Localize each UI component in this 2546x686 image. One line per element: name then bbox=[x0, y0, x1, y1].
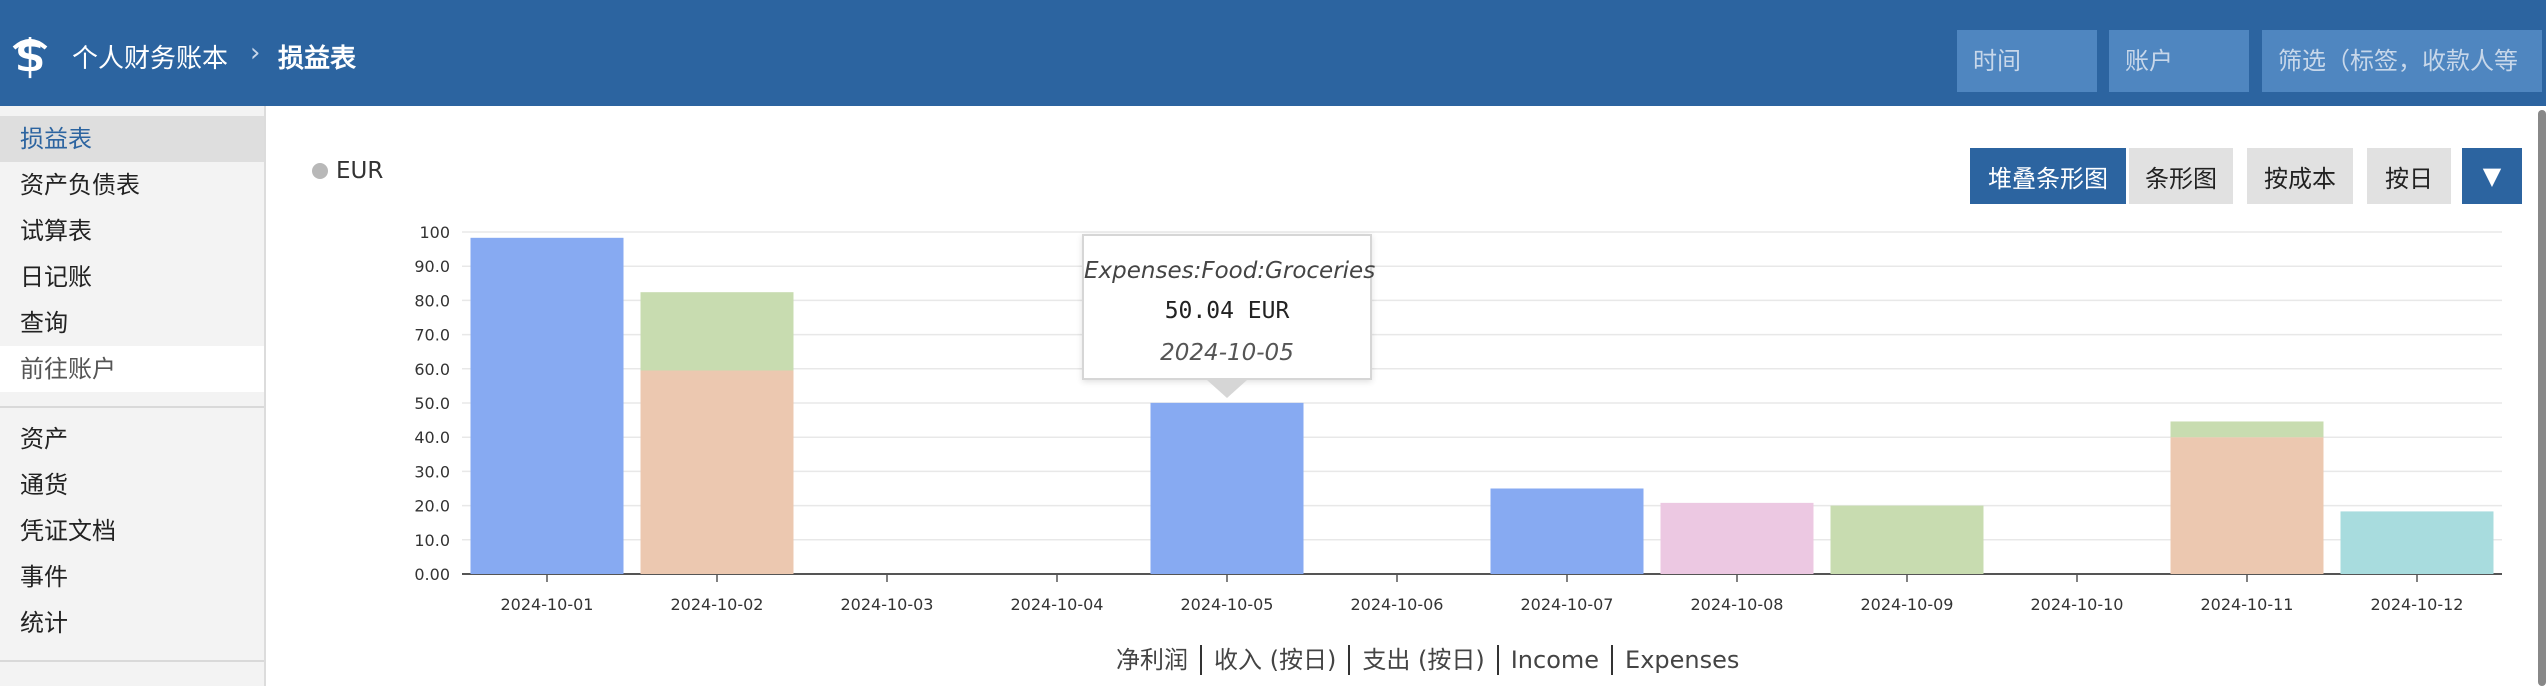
currency-legend[interactable]: EUR bbox=[312, 158, 383, 184]
bar-segment bbox=[1490, 488, 1644, 574]
bar-segment bbox=[1660, 502, 1814, 574]
bar-segment bbox=[2170, 421, 2324, 438]
y-tick-label: 0.00 bbox=[414, 565, 450, 584]
legend-income[interactable]: Income bbox=[1496, 645, 1611, 675]
chart-series-legend: 净利润 收入 (按日) 支出 (按日) Income Expenses bbox=[1100, 640, 1751, 680]
at-cost-button[interactable]: 按成本 bbox=[2247, 148, 2353, 204]
by-day-button[interactable]: 按日 bbox=[2367, 148, 2451, 204]
page-scrollbar[interactable] bbox=[2538, 110, 2546, 686]
x-tick-label: 2024-10-05 bbox=[1181, 595, 1274, 614]
bar-segment bbox=[2340, 511, 2494, 574]
chart-tooltip: Expenses:Food:Groceries 50.04 EUR 2024-1… bbox=[1082, 234, 1376, 380]
stacked-bar-button[interactable]: 堆叠条形图 bbox=[1970, 148, 2126, 204]
legend-expenses[interactable]: Expenses bbox=[1611, 645, 1751, 675]
tooltip-amount: 50.04 EUR bbox=[1164, 298, 1290, 324]
legend-dot-icon bbox=[312, 163, 328, 179]
x-tick-label: 2024-10-03 bbox=[841, 595, 934, 614]
legend-income-daily[interactable]: 收入 (按日) bbox=[1200, 645, 1348, 675]
bar-segment bbox=[640, 292, 794, 371]
x-tick-label: 2024-10-11 bbox=[2201, 595, 2294, 614]
tooltip-arrow bbox=[1207, 380, 1247, 398]
x-tick-label: 2024-10-09 bbox=[1861, 595, 1954, 614]
x-tick-label: 2024-10-06 bbox=[1351, 595, 1444, 614]
x-tick-label: 2024-10-08 bbox=[1691, 595, 1784, 614]
tooltip-date: 2024-10-05 bbox=[1160, 340, 1294, 366]
y-tick-label: 50.0 bbox=[414, 394, 450, 413]
y-tick-label: 80.0 bbox=[414, 291, 450, 310]
legend-expenses-daily[interactable]: 支出 (按日) bbox=[1348, 645, 1496, 675]
y-tick-label: 40.0 bbox=[414, 428, 450, 447]
bar-segment bbox=[640, 370, 794, 574]
y-tick-label: 90.0 bbox=[414, 257, 450, 276]
x-tick-label: 2024-10-01 bbox=[501, 595, 594, 614]
bar-segment bbox=[2170, 437, 2324, 574]
bar-segment bbox=[1150, 402, 1304, 574]
x-tick-label: 2024-10-04 bbox=[1011, 595, 1104, 614]
x-tick-label: 2024-10-02 bbox=[671, 595, 764, 614]
legend-net-profit[interactable]: 净利润 bbox=[1100, 645, 1200, 675]
y-tick-label: 20.0 bbox=[414, 497, 450, 516]
y-tick-label: 10.0 bbox=[414, 531, 450, 550]
y-tick-label: 100 bbox=[419, 223, 450, 242]
x-tick-label: 2024-10-12 bbox=[2371, 595, 2464, 614]
chart-dropdown-button[interactable]: ▼ bbox=[2462, 148, 2522, 204]
y-tick-label: 30.0 bbox=[414, 462, 450, 481]
bar-segment bbox=[470, 237, 624, 574]
y-tick-label: 70.0 bbox=[414, 326, 450, 345]
currency-label: EUR bbox=[336, 158, 384, 184]
y-tick-label: 60.0 bbox=[414, 360, 450, 379]
x-tick-label: 2024-10-07 bbox=[1521, 595, 1614, 614]
x-tick-label: 2024-10-10 bbox=[2031, 595, 2124, 614]
tooltip-account: Expenses:Food:Groceries bbox=[1084, 258, 1376, 284]
bar-segment bbox=[1830, 505, 1984, 574]
bar-chart-button[interactable]: 条形图 bbox=[2129, 148, 2233, 204]
